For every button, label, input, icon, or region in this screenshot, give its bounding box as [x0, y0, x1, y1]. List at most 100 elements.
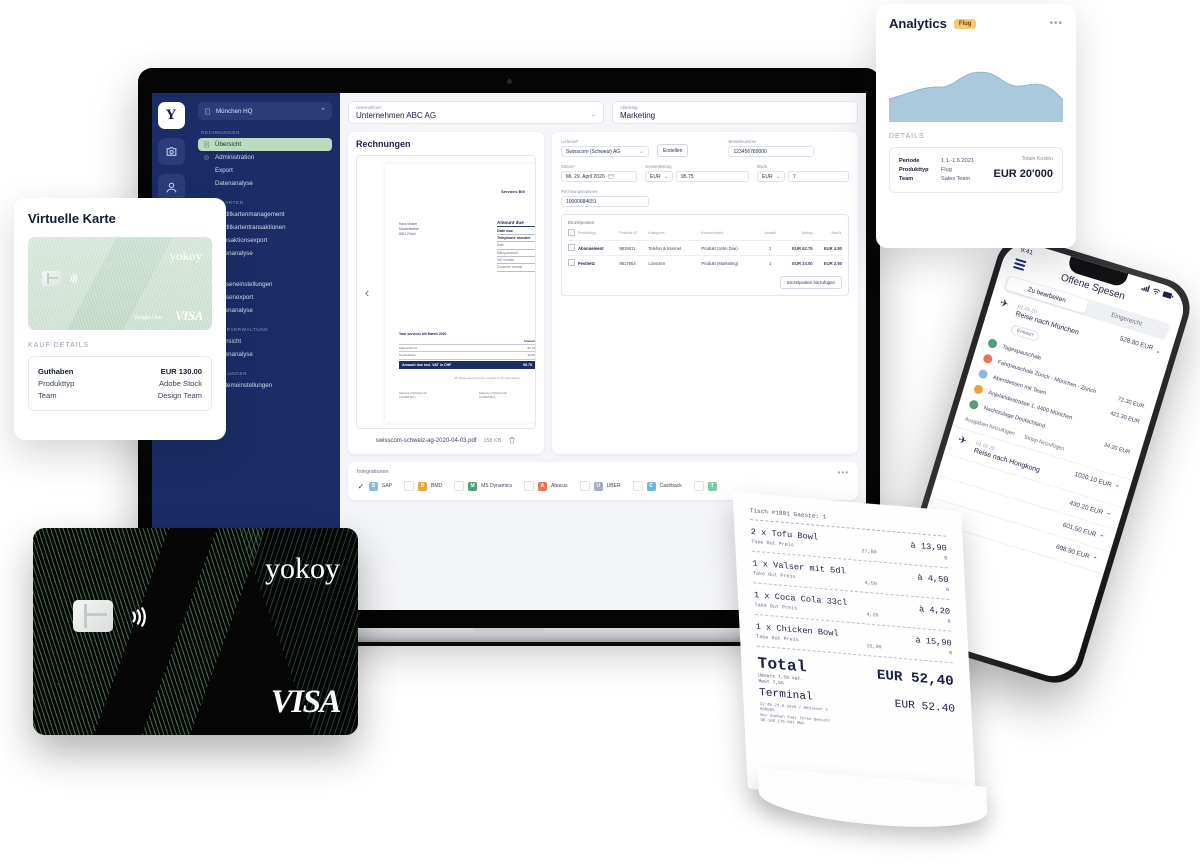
chevron-down-icon: ⌄: [663, 174, 669, 180]
checkbox-icon[interactable]: [404, 481, 415, 491]
meta-key: Date: [497, 243, 504, 248]
line-items-box: Einzelposten Produkttyp Produkt ID Kateg…: [561, 214, 849, 296]
step-dot-icon: [986, 338, 998, 350]
office-selector[interactable]: München HQ ⌃: [198, 102, 332, 120]
sidebar-item-administration[interactable]: Administration: [198, 151, 332, 164]
total-amount: 95.75: [523, 362, 532, 367]
supplier-select[interactable]: Swisscom (Schweiz) AG ⌄: [561, 146, 649, 157]
document-table: Your services bill March 2020 Amount Sub…: [399, 332, 535, 369]
row-checkbox[interactable]: [568, 240, 578, 256]
chevron-up-icon[interactable]: ⌃: [1098, 533, 1105, 542]
vat-amount-input[interactable]: 7: [788, 171, 849, 182]
table-row[interactable]: Festnetz 9817654 Lizenzen Produkt (Marke…: [568, 255, 842, 270]
invoice-number-value: 10000684651: [566, 198, 597, 205]
integration-cashback[interactable]: C Cashback: [632, 481, 682, 491]
create-button[interactable]: Erstellen: [657, 144, 689, 157]
row-checkbox[interactable]: [568, 255, 578, 270]
col-betrag: Betrag: [801, 231, 813, 235]
plane-icon: ✈: [998, 297, 1010, 311]
order-number-input[interactable]: 123456789000: [728, 146, 815, 157]
vat-currency-select[interactable]: EUR ⌄: [757, 171, 785, 182]
cell-betrag: EUR 33.00: [779, 255, 813, 270]
trash-icon[interactable]: [508, 436, 516, 446]
department-field-value: Marketing: [620, 111, 656, 120]
item-total: 4,20: [866, 611, 879, 619]
chart-area: [889, 72, 1063, 122]
integrations-list: ✓ S SAP B BMD M MS Dynamics A Abacus U U…: [357, 481, 849, 491]
integration-badge: C: [646, 481, 656, 491]
cell-kategorie: Telefon & Internet: [648, 240, 702, 256]
chevron-down-icon[interactable]: ⌄: [1155, 346, 1162, 355]
chevron-up-icon[interactable]: ⌃: [1104, 511, 1111, 520]
integration-bmd[interactable]: B BMD: [404, 481, 442, 491]
document-viewer: ‹ › Services Bill Hans Muster Musterstra…: [356, 155, 536, 429]
trip-amount-value: 528.80 EUR: [1118, 335, 1155, 353]
total-amount-input[interactable]: 95.75: [676, 171, 749, 182]
select-all-checkbox[interactable]: [568, 229, 575, 236]
more-options-icon[interactable]: •••: [1049, 18, 1063, 29]
document-footer: Swisscom (Schweiz) AG CH 8004 Bern Swiss…: [399, 392, 535, 403]
form-row-date: Datum* Mi, 29. April 2020 Gesamtbetrag E…: [561, 164, 849, 182]
item-note: Take Out Preis: [756, 633, 800, 644]
integration-badge: B: [418, 481, 428, 491]
plane-icon: ✈: [956, 434, 969, 448]
cell-anzahl: 1: [760, 255, 780, 270]
date-label: Datum*: [561, 164, 575, 169]
order-number-group: Bestellnummer 123456789000: [728, 139, 815, 157]
integration-abacus[interactable]: A Abacus: [523, 481, 568, 491]
integration-t[interactable]: T: [693, 481, 717, 491]
checkbox-icon[interactable]: [579, 481, 590, 491]
detail-row: Team Design Team: [38, 389, 202, 401]
checkbox-icon[interactable]: [693, 481, 704, 491]
trip-amount: 1020.10 EUR ⌃: [1073, 471, 1120, 492]
integration-sap[interactable]: ✓ S SAP: [357, 481, 392, 491]
physical-visa-card: yokoy VISA: [33, 528, 358, 735]
checkbox-checked-icon[interactable]: ✓: [357, 482, 365, 491]
sidebar-item-export[interactable]: Export: [198, 164, 332, 177]
sidebar-item-label: Export: [215, 167, 233, 174]
detail-row: Periode 1.1.-1.6.2021: [899, 156, 994, 165]
checkbox-icon[interactable]: [454, 481, 465, 491]
add-line-item-button[interactable]: Einzelposten hinzufügen: [780, 276, 842, 289]
paper-receipt: Tisch #1801 Gaeste: 1 2 x Tofu Bowl à 13…: [725, 487, 989, 835]
department-field[interactable]: Abteilung Marketing: [612, 101, 858, 124]
invoice-number-input[interactable]: 10000684651: [561, 196, 649, 207]
file-name: swisscom-schweiz-ag-2020-04-03.pdf: [375, 438, 477, 444]
company-field[interactable]: Unternehmen Unternehmen ABC AG ⌄: [348, 101, 604, 124]
prev-page-button[interactable]: ‹: [359, 284, 375, 300]
user-icon[interactable]: [157, 174, 185, 201]
calendar-icon[interactable]: [608, 173, 614, 181]
integration-label: UBER: [606, 483, 621, 489]
supplier-label: Lieferant*: [561, 139, 579, 144]
col-produkttyp: Produkttyp: [578, 231, 597, 235]
table-row[interactable]: Abonnement 9815611 Telefon & Internet Pr…: [568, 240, 842, 256]
analytics-header: Analytics Flug •••: [889, 16, 1063, 31]
integrations-panel: ••• Integrationen ✓ S SAP B BMD M MS Dyn…: [348, 462, 858, 500]
integration-ms-dynamics[interactable]: M MS Dynamics: [454, 481, 512, 491]
camera-icon[interactable]: [157, 138, 185, 165]
checkbox-icon[interactable]: [632, 481, 643, 491]
step-dot-icon: [982, 353, 994, 365]
item-unit-price: à 15,90: [915, 635, 953, 649]
chevron-up-icon[interactable]: ⌃: [1113, 483, 1120, 492]
row-checkbox-box[interactable]: [568, 259, 575, 266]
integrations-menu-icon[interactable]: •••: [838, 468, 849, 477]
meta-row: Customer number: [497, 264, 535, 272]
trip-amount-value: 430.20 EUR: [1068, 500, 1104, 517]
integration-label: Abacus: [550, 483, 568, 489]
total-currency-select[interactable]: EUR ⌄: [645, 171, 673, 182]
analytics-tag-badge: Flug: [953, 18, 977, 29]
chevron-up-icon[interactable]: ⌃: [1091, 555, 1098, 564]
integrations-caption: Integrationen: [357, 469, 389, 475]
table-row: Connections 33.00: [399, 352, 535, 360]
sidebar-item-uebersicht[interactable]: Übersicht: [198, 138, 332, 151]
total-group: Gesamtbetrag EUR ⌄ 95.75: [645, 164, 749, 182]
row-checkbox-box[interactable]: [568, 244, 575, 251]
sidebar-item-datenanalyse[interactable]: Datenanalyse: [198, 177, 332, 190]
date-input[interactable]: Mi, 29. April 2020: [561, 171, 637, 182]
checkbox-icon[interactable]: [523, 481, 534, 491]
cell-mwst: EUR 4.80: [812, 240, 842, 256]
integration-uber[interactable]: U UBER: [579, 481, 621, 491]
cell-kostenobjekt: Produkt (Marketing): [701, 255, 761, 270]
sidebar-item-label: Administration: [215, 154, 255, 161]
